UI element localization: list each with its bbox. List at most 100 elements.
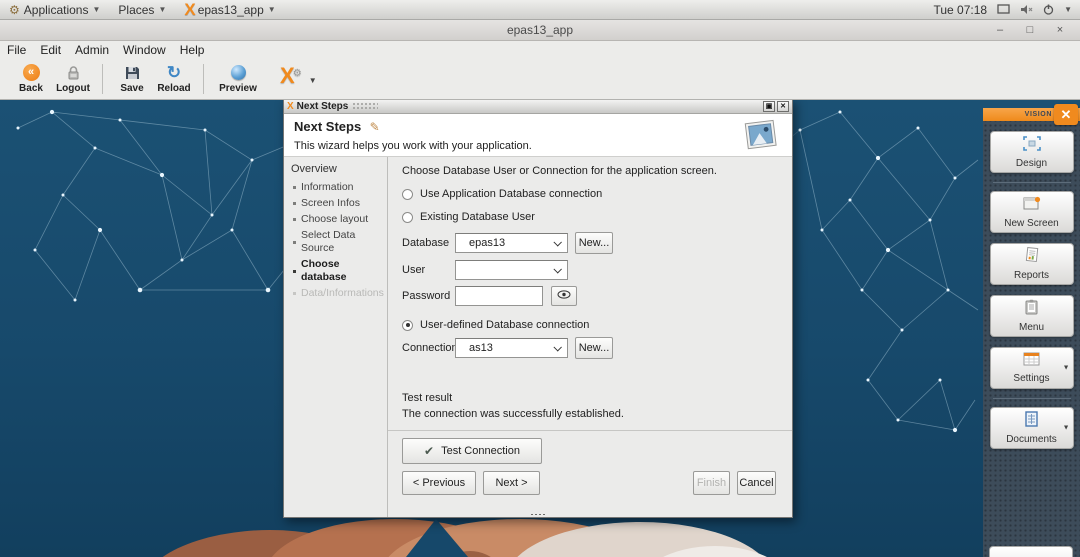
menu-file[interactable]: File (0, 43, 33, 57)
nav-step-information[interactable]: Information (293, 181, 383, 194)
toolbar-separator (102, 64, 103, 94)
clock: Tue 07:18 (933, 3, 987, 17)
volume-muted-icon[interactable] (1020, 4, 1033, 15)
wizard-picture-icon (744, 119, 778, 154)
user-select[interactable] (455, 260, 568, 280)
toolbar-overflow-caret[interactable]: ▼ (309, 76, 317, 85)
reports-button[interactable]: Reports (990, 243, 1074, 285)
x-logo-icon: X (287, 101, 294, 112)
bullet-icon (293, 218, 296, 221)
menu-edit[interactable]: Edit (33, 43, 68, 57)
user-label: User (402, 264, 455, 276)
reload-button[interactable]: ↻ Reload (153, 62, 195, 94)
window-titlebar[interactable]: epas13_app – □ × (0, 20, 1080, 41)
logout-button[interactable]: Logout (52, 62, 94, 94)
radio-existing-db-user[interactable]: Existing Database User (402, 211, 780, 223)
app-menu[interactable]: X epas13_app ▼ (175, 0, 284, 19)
next-button[interactable]: Next > (483, 471, 540, 495)
applications-menu[interactable]: ⚙ Applications ▼ (0, 0, 109, 19)
sidebar-divider (993, 398, 1071, 399)
database-new-button[interactable]: New... (575, 232, 613, 254)
preview-button[interactable]: Preview (212, 62, 264, 94)
show-password-button[interactable] (551, 286, 577, 306)
save-button[interactable]: Save (111, 62, 153, 94)
nav-step-choose-layout[interactable]: Choose layout (293, 213, 383, 226)
partial-bottom-button[interactable] (989, 546, 1073, 557)
connection-new-button[interactable]: New... (575, 337, 613, 359)
chevron-down-icon (553, 238, 561, 246)
wizard-content: Choose Database User or Connection for t… (388, 157, 792, 517)
radio-app-db-connection[interactable]: Use Application Database connection (402, 188, 780, 200)
bullet-icon (293, 202, 296, 205)
chevron-down-icon[interactable]: ▼ (1064, 5, 1072, 14)
sidebar-divider (993, 182, 1071, 183)
x-logo-icon: X (184, 0, 195, 20)
connection-label: Connection (402, 342, 455, 354)
cancel-button[interactable]: Cancel (737, 471, 776, 495)
floppy-icon (125, 63, 140, 82)
menu-help[interactable]: Help (173, 43, 212, 57)
drag-dots (352, 102, 378, 110)
nav-step-choose-database[interactable]: Choose database (293, 258, 383, 284)
radio-icon (402, 189, 413, 200)
radio-user-defined-connection[interactable]: User-defined Database connection (402, 319, 780, 331)
resize-grip[interactable] (530, 513, 546, 516)
new-screen-button[interactable]: New Screen (990, 191, 1074, 233)
app-menu-label: epas13_app (198, 3, 264, 17)
window-title: epas13_app (0, 23, 1080, 37)
previous-button[interactable]: < Previous (402, 471, 476, 495)
toolbar-separator (203, 64, 204, 94)
check-icon: ✔ (424, 444, 434, 458)
finish-button: Finish (693, 471, 730, 495)
chevron-down-icon: ▼ (92, 5, 100, 14)
sidebar-close-icon[interactable]: ✕ (1054, 104, 1078, 125)
lock-icon (66, 63, 81, 82)
dialog-maximize-icon[interactable]: ▣ (763, 101, 775, 112)
settings-icon (1023, 352, 1040, 371)
test-result-message: The connection was successfully establis… (402, 408, 780, 420)
dialog-title: Next Steps (297, 101, 349, 112)
top-panel: ⚙ Applications ▼ Places ▼ X epas13_app ▼… (0, 0, 1080, 20)
test-connection-button[interactable]: ✔ Test Connection (402, 438, 542, 464)
places-menu[interactable]: Places ▼ (109, 0, 175, 19)
bullet-icon (293, 241, 296, 244)
design-button[interactable]: Design (990, 131, 1074, 173)
dialog-close-icon[interactable]: ✕ (777, 101, 789, 112)
power-icon[interactable] (1043, 4, 1054, 15)
database-label: Database (402, 237, 455, 249)
chevron-down-icon[interactable]: ▼ (1063, 365, 1070, 372)
panel-status-area: Tue 07:18 ▼ (933, 3, 1080, 17)
pencil-icon: ✎ (370, 120, 380, 134)
back-button[interactable]: « Back (10, 62, 52, 94)
connection-select[interactable]: as13 (455, 338, 568, 358)
maximize-icon[interactable]: □ (1024, 24, 1036, 36)
toolbar: « Back Logout Save ↻ Reload Preview X⚙ (0, 59, 1080, 100)
bullet-icon (293, 186, 296, 189)
applications-menu-label: Applications (24, 3, 89, 17)
sidebar-title: VISION (1025, 111, 1052, 118)
dialog-titlebar[interactable]: X Next Steps ▣ ✕ (284, 99, 792, 114)
minimize-icon[interactable]: – (994, 24, 1006, 36)
radio-icon (402, 212, 413, 223)
bullet-icon (293, 292, 296, 295)
display-icon[interactable] (997, 4, 1010, 15)
nav-step-screen-infos[interactable]: Screen Infos (293, 197, 383, 210)
wizard-title: Next Steps (294, 119, 361, 134)
back-icon: « (23, 64, 40, 81)
settings-button[interactable]: Settings ▼ (990, 347, 1074, 389)
password-label: Password (402, 290, 455, 302)
menu-admin[interactable]: Admin (68, 43, 116, 57)
documents-button[interactable]: Documents ▼ (990, 407, 1074, 449)
close-icon[interactable]: × (1054, 24, 1066, 36)
database-select[interactable]: epas13 (455, 233, 568, 253)
menu-window[interactable]: Window (116, 43, 173, 57)
menu-button[interactable]: Menu (990, 295, 1074, 337)
x-gear-logo-icon[interactable]: X⚙ (280, 64, 295, 88)
password-field[interactable] (455, 286, 543, 306)
design-icon (1023, 136, 1041, 156)
bullet-icon (293, 270, 296, 273)
chevron-down-icon: ▼ (268, 5, 276, 14)
nav-step-select-data-source[interactable]: Select Data Source (293, 229, 383, 255)
places-menu-label: Places (118, 3, 154, 17)
chevron-down-icon[interactable]: ▼ (1063, 425, 1070, 432)
